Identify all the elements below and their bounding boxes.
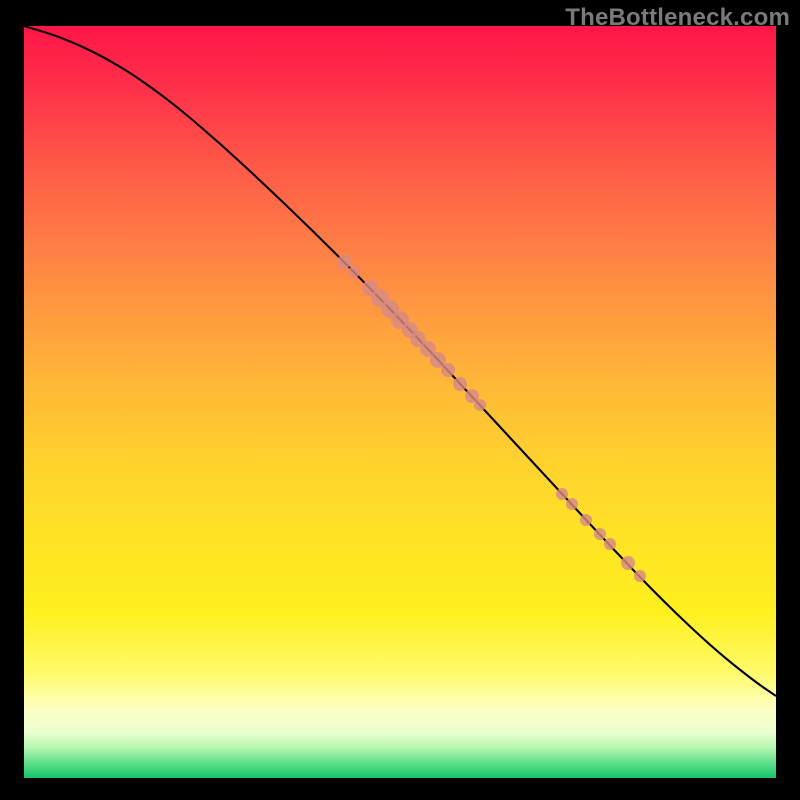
data-point (566, 498, 578, 510)
data-point (453, 377, 467, 391)
data-point (441, 363, 455, 377)
data-point (474, 399, 486, 411)
data-point (594, 528, 606, 540)
data-point (337, 255, 351, 269)
plot-area (24, 26, 776, 778)
data-point (556, 488, 568, 500)
overlay-svg (24, 26, 776, 778)
data-point (604, 538, 616, 550)
chart-frame: TheBottleneck.com (0, 0, 800, 800)
data-point (621, 556, 635, 570)
data-point (348, 266, 360, 278)
trend-curve (24, 26, 776, 696)
data-point (634, 570, 646, 582)
data-point (580, 514, 592, 526)
